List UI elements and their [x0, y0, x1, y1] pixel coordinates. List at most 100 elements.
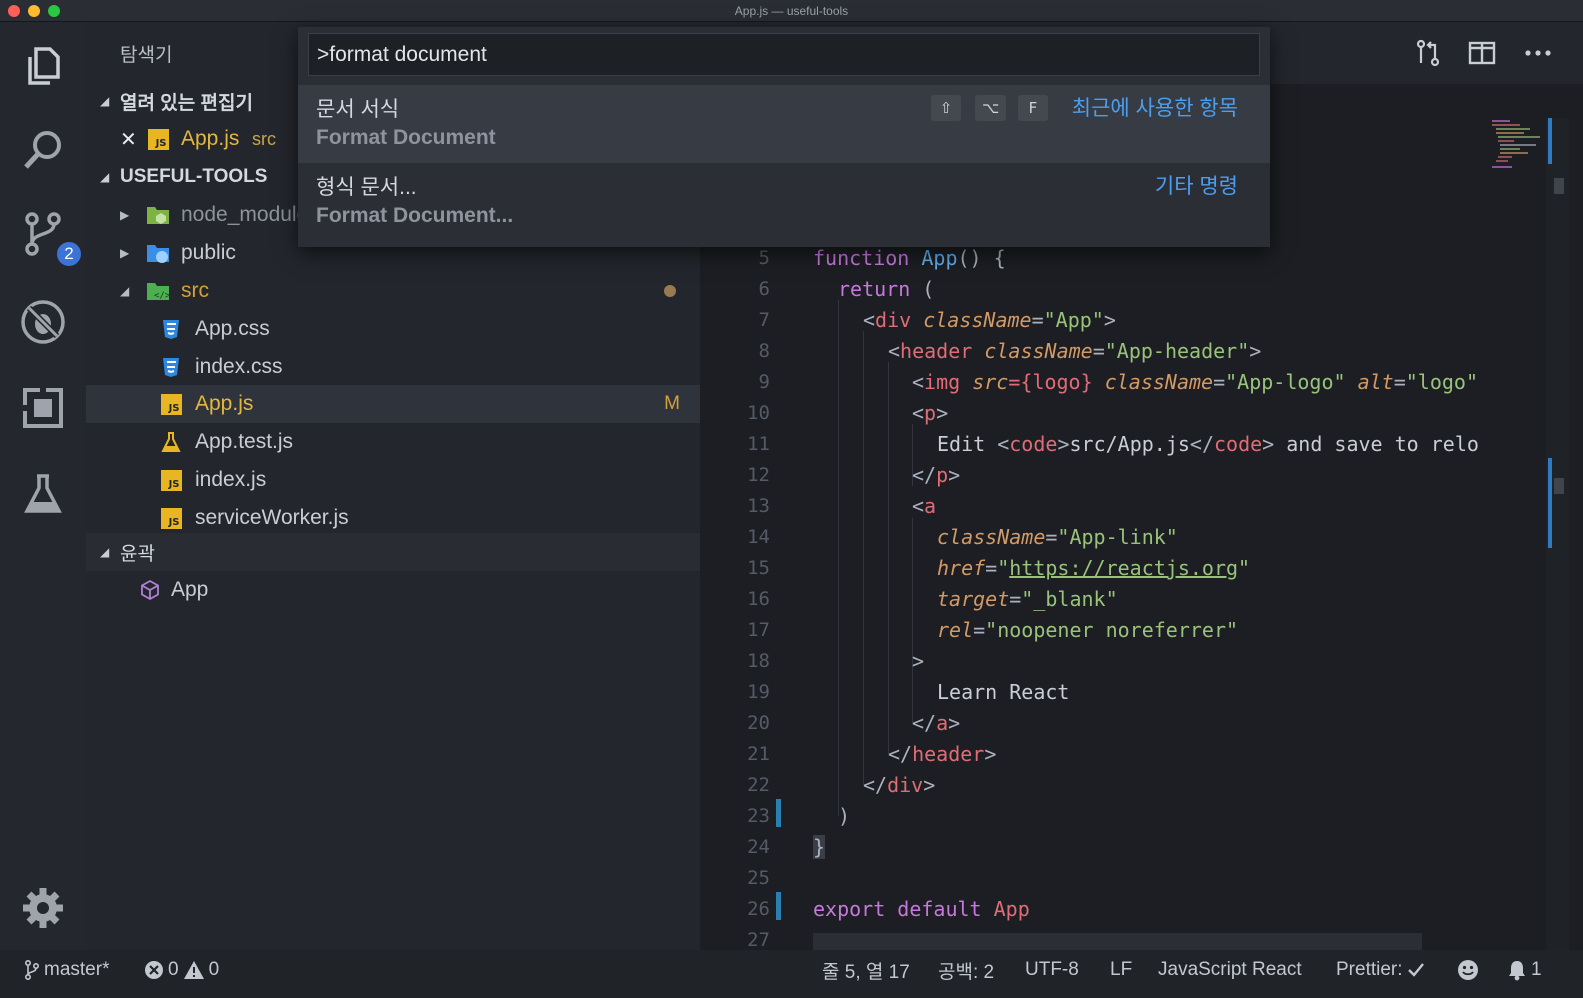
indent-guide: [838, 300, 839, 816]
line-number: 8: [758, 340, 770, 362]
line-number: 16: [747, 588, 770, 610]
code-line[interactable]: Learn React: [937, 680, 1069, 704]
feedback-icon[interactable]: [1456, 950, 1480, 990]
test-icon[interactable]: [13, 464, 73, 524]
line-number: 10: [747, 402, 770, 424]
section-outline[interactable]: ◢ 윤곽: [86, 533, 700, 571]
chevron-down-icon: ◢: [100, 94, 110, 108]
js-file-icon: JS: [159, 392, 183, 416]
scroll-position-marker: [1548, 118, 1552, 164]
minimap[interactable]: [1490, 118, 1546, 178]
svg-text:</>: </>: [154, 291, 170, 301]
modified-line-marker: [776, 892, 781, 920]
command-palette: >format document 문서 서식 Format Document ⇧…: [298, 27, 1270, 247]
tree-item-src[interactable]: ◢ </> src: [86, 272, 700, 310]
outline-item-app[interactable]: App: [86, 571, 700, 609]
sidebar-title: 탐색기: [120, 45, 173, 66]
git-modified-badge: M: [664, 393, 680, 414]
explorer-icon[interactable]: [13, 36, 73, 96]
line-number: 26: [747, 898, 770, 920]
code-line[interactable]: <p>: [912, 401, 948, 425]
problems-status[interactable]: 0 0: [144, 950, 219, 990]
git-branch[interactable]: master*: [24, 950, 109, 990]
tree-item-index-css[interactable]: index.css: [86, 348, 700, 386]
code-line[interactable]: Edit <code>src/App.js</code> and save to…: [937, 432, 1490, 456]
line-number: 27: [747, 929, 770, 951]
indent-guide: [888, 362, 889, 754]
indentation[interactable]: 공백: 2: [938, 950, 994, 990]
horizontal-scrollbar[interactable]: [813, 933, 1422, 950]
activity-bar: 2: [0, 22, 86, 950]
code-line[interactable]: </header>: [888, 742, 996, 766]
extensions-icon[interactable]: [13, 378, 73, 438]
code-line[interactable]: return (: [838, 277, 934, 301]
command-item-format-document-other[interactable]: 형식 문서... Format Document... 기타 명령: [298, 163, 1270, 241]
line-number: 9: [758, 371, 770, 393]
option-key: ⌥: [975, 95, 1007, 121]
tree-item-index-js[interactable]: JS index.js: [86, 461, 700, 499]
overview-ruler-mark: [1554, 478, 1564, 494]
src-folder-icon: </>: [146, 279, 170, 303]
tree-item-app-test-js[interactable]: App.test.js: [86, 423, 700, 461]
code-line[interactable]: <img src={logo} className="App-logo" alt…: [912, 370, 1490, 394]
chevron-down-icon: ◢: [100, 170, 110, 184]
debug-icon[interactable]: [13, 292, 73, 352]
tree-item-app-css[interactable]: App.css: [86, 310, 700, 348]
line-number: 22: [747, 774, 770, 796]
line-number: 14: [747, 526, 770, 548]
vertical-scrollbar[interactable]: [1546, 118, 1569, 950]
source-control-icon[interactable]: 2: [13, 204, 83, 268]
code-link[interactable]: https://reactjs.org: [1009, 556, 1238, 580]
line-number: 13: [747, 495, 770, 517]
open-changes-icon[interactable]: [1411, 36, 1445, 70]
line-number: 19: [747, 681, 770, 703]
code-line[interactable]: </div>: [863, 773, 935, 797]
code-line[interactable]: <header className="App-header">: [888, 339, 1261, 363]
line-number: 12: [747, 464, 770, 486]
title-bar: App.js — useful-tools: [0, 0, 1583, 22]
code-line[interactable]: <div className="App">: [863, 308, 1116, 332]
more-actions-icon[interactable]: [1521, 36, 1555, 70]
line-number: 23: [747, 805, 770, 827]
end-of-line[interactable]: LF: [1110, 950, 1132, 990]
notifications[interactable]: 1: [1507, 950, 1542, 990]
chevron-right-icon: ▶: [120, 208, 130, 222]
code-line[interactable]: target="_blank": [937, 587, 1118, 611]
chevron-right-icon: ▶: [120, 246, 130, 260]
code-line[interactable]: </p>: [912, 463, 960, 487]
encoding[interactable]: UTF-8: [1025, 950, 1079, 990]
code-line[interactable]: rel="noopener noreferrer": [937, 618, 1238, 642]
code-line[interactable]: export default App: [813, 897, 1030, 921]
prettier-status[interactable]: Prettier:: [1336, 950, 1425, 990]
language-mode[interactable]: JavaScript React: [1158, 950, 1302, 990]
code-line[interactable]: }: [813, 835, 826, 859]
tree-item-app-js[interactable]: JS App.js M: [86, 385, 700, 423]
command-item-format-document[interactable]: 문서 서식 Format Document ⇧ ⌥ F 최근에 사용한 항목: [298, 85, 1270, 163]
error-icon: [145, 961, 163, 979]
code-line[interactable]: className="App-link": [937, 525, 1178, 549]
gear-icon[interactable]: [13, 878, 73, 938]
code-line[interactable]: <a: [912, 494, 936, 518]
js-file-icon: JS: [159, 468, 183, 492]
code-line[interactable]: >: [912, 649, 924, 673]
tree-item-service-worker-js[interactable]: JS serviceWorker.js: [86, 499, 700, 537]
code-line[interactable]: function App() {: [813, 246, 1006, 270]
line-number: 11: [747, 433, 770, 455]
line-number: 17: [747, 619, 770, 641]
split-editor-icon[interactable]: [1465, 36, 1499, 70]
test-file-icon: [159, 430, 183, 454]
close-icon[interactable]: ✕: [120, 127, 137, 152]
code-line[interactable]: href="https://reactjs.org": [937, 556, 1250, 580]
scroll-thumb: [1554, 178, 1564, 194]
cursor-position[interactable]: 줄 5, 열 17: [822, 950, 910, 990]
code-line[interactable]: </a>: [912, 711, 960, 735]
line-number: 18: [747, 650, 770, 672]
status-bar: master* 0 0 줄 5, 열 17 공백: 2 UTF-8 LF Jav…: [0, 950, 1583, 998]
chevron-down-icon: ◢: [120, 284, 130, 298]
warning-icon: [183, 961, 204, 979]
search-icon[interactable]: [13, 120, 73, 180]
command-palette-input[interactable]: >format document: [308, 33, 1260, 76]
window-title: App.js — useful-tools: [734, 4, 849, 18]
f-key: F: [1018, 95, 1048, 121]
code-line[interactable]: ): [838, 804, 850, 828]
